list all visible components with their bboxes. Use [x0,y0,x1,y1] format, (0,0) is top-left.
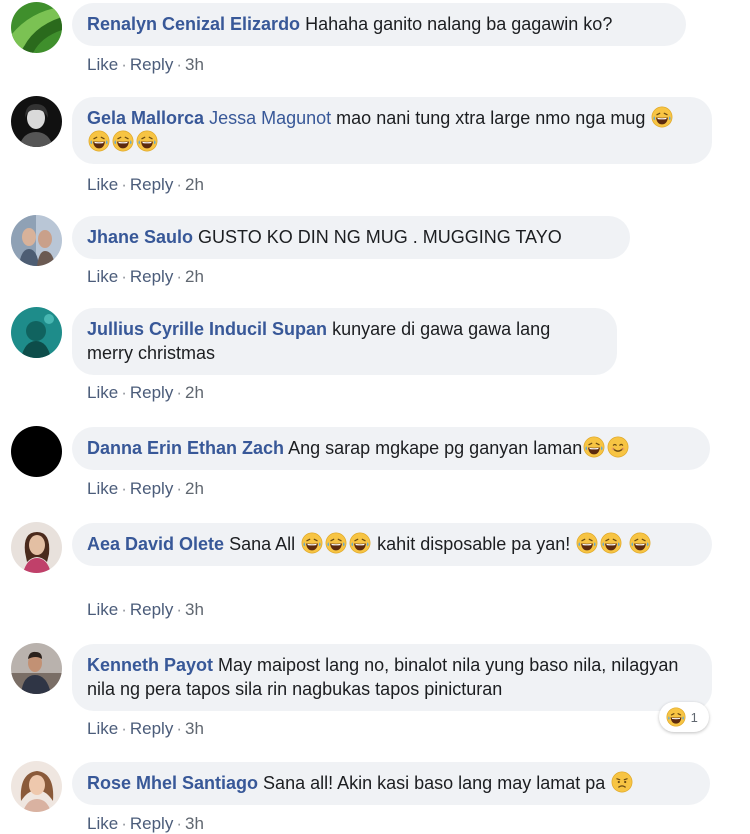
separator: · [176,383,182,402]
laughing-emoji-icon [301,532,323,554]
worried-emoji-icon [611,771,633,793]
separator: · [121,814,127,833]
mention-link[interactable]: Jessa Magunot [209,108,331,128]
comment-actions: Like · Reply · 3h [87,600,204,620]
reply-link[interactable]: Reply [130,479,173,498]
separator: · [176,814,182,833]
like-link[interactable]: Like [87,719,118,738]
separator: · [121,175,127,194]
reply-link[interactable]: Reply [130,175,173,194]
laughing-emoji-icon [325,532,347,554]
comment-bubble: Rose Mhel Santiago Sana all! Akin kasi b… [72,762,710,805]
comment-bubble: Aea David Olete Sana All kahit disposabl… [72,523,712,566]
avatar[interactable] [11,426,62,477]
comment-author[interactable]: Gela Mallorca [87,108,204,128]
comment-bubble: Renalyn Cenizal Elizardo Hahaha ganito n… [72,3,686,46]
timestamp[interactable]: 3h [185,55,204,74]
like-link[interactable]: Like [87,55,118,74]
avatar[interactable] [11,643,62,694]
comment-author[interactable]: Jhane Saulo [87,227,193,247]
laughing-emoji-icon [349,532,371,554]
avatar[interactable] [11,522,62,573]
like-link[interactable]: Like [87,175,118,194]
laughing-emoji-icon [651,106,673,128]
laughing-emoji-icon [600,532,622,554]
laughing-emoji-icon [88,130,110,152]
comment-actions: Like · Reply · 2h [87,267,204,287]
timestamp[interactable]: 2h [185,175,204,194]
reply-link[interactable]: Reply [130,383,173,402]
reaction-count-badge[interactable]: 1 [659,702,709,732]
comment-bubble: Jullius Cyrille Inducil Supan kunyare di… [72,308,617,375]
comment-text: GUSTO KO DIN NG MUG . MUGGING TAYO [198,227,562,247]
avatar[interactable] [11,307,62,358]
comment-actions: Like · Reply · 2h [87,479,204,499]
comment-author[interactable]: Jullius Cyrille Inducil Supan [87,319,327,339]
smiling-emoji-icon [607,436,629,458]
reply-link[interactable]: Reply [130,600,173,619]
timestamp[interactable]: 3h [185,814,204,833]
reply-link[interactable]: Reply [130,267,173,286]
comment-author[interactable]: Kenneth Payot [87,655,213,675]
timestamp[interactable]: 3h [185,600,204,619]
like-link[interactable]: Like [87,814,118,833]
comment-text: Sana All [229,534,296,554]
avatar[interactable] [11,96,62,147]
laughing-emoji-icon [136,130,158,152]
comment-author[interactable]: Rose Mhel Santiago [87,773,258,793]
comment-author[interactable]: Renalyn Cenizal Elizardo [87,14,300,34]
separator: · [121,600,127,619]
comment-text: kahit disposable pa yan! [377,534,571,554]
comment-actions: Like · Reply · 3h [87,814,204,834]
comment-text: Sana all! Akin kasi baso lang may lamat … [263,773,606,793]
reply-link[interactable]: Reply [130,55,173,74]
reply-link[interactable]: Reply [130,814,173,833]
timestamp[interactable]: 2h [185,383,204,402]
comment-bubble: Jhane Saulo GUSTO KO DIN NG MUG . MUGGIN… [72,216,630,259]
comment-actions: Like · Reply · 3h [87,55,204,75]
reply-link[interactable]: Reply [130,719,173,738]
laughing-emoji-icon [112,130,134,152]
like-link[interactable]: Like [87,479,118,498]
separator: · [121,383,127,402]
laughing-emoji-icon [666,707,686,727]
comment-author[interactable]: Aea David Olete [87,534,224,554]
timestamp[interactable]: 3h [185,719,204,738]
comment-actions: Like · Reply · 2h [87,175,204,195]
separator: · [121,267,127,286]
reaction-count: 1 [690,710,698,725]
like-link[interactable]: Like [87,383,118,402]
avatar[interactable] [11,2,62,53]
separator: · [176,719,182,738]
like-link[interactable]: Like [87,600,118,619]
comment-text: mao nani tung xtra large nmo nga mug [336,108,646,128]
laughing-emoji-icon [629,532,651,554]
avatar[interactable] [11,761,62,812]
separator: · [176,175,182,194]
separator: · [121,479,127,498]
comment-author[interactable]: Danna Erin Ethan Zach [87,438,284,458]
separator: · [176,55,182,74]
laughing-emoji-icon [583,436,605,458]
separator: · [121,719,127,738]
timestamp[interactable]: 2h [185,267,204,286]
avatar[interactable] [11,215,62,266]
separator: · [176,479,182,498]
comment-actions: Like · Reply · 2h [87,383,204,403]
comment-actions: Like · Reply · 3h [87,719,204,739]
separator: · [176,600,182,619]
comment-bubble: Danna Erin Ethan Zach Ang sarap mgkape p… [72,427,710,470]
comment-bubble: Kenneth Payot May maipost lang no, binal… [72,644,712,711]
comment-bubble: Gela Mallorca Jessa Magunot mao nani tun… [72,97,712,164]
separator: · [121,55,127,74]
laughing-emoji-icon [576,532,598,554]
comment-text: Ang sarap mgkape pg ganyan laman [288,438,583,458]
comment-text: Hahaha ganito nalang ba gagawin ko? [305,14,613,34]
separator: · [176,267,182,286]
like-link[interactable]: Like [87,267,118,286]
timestamp[interactable]: 2h [185,479,204,498]
